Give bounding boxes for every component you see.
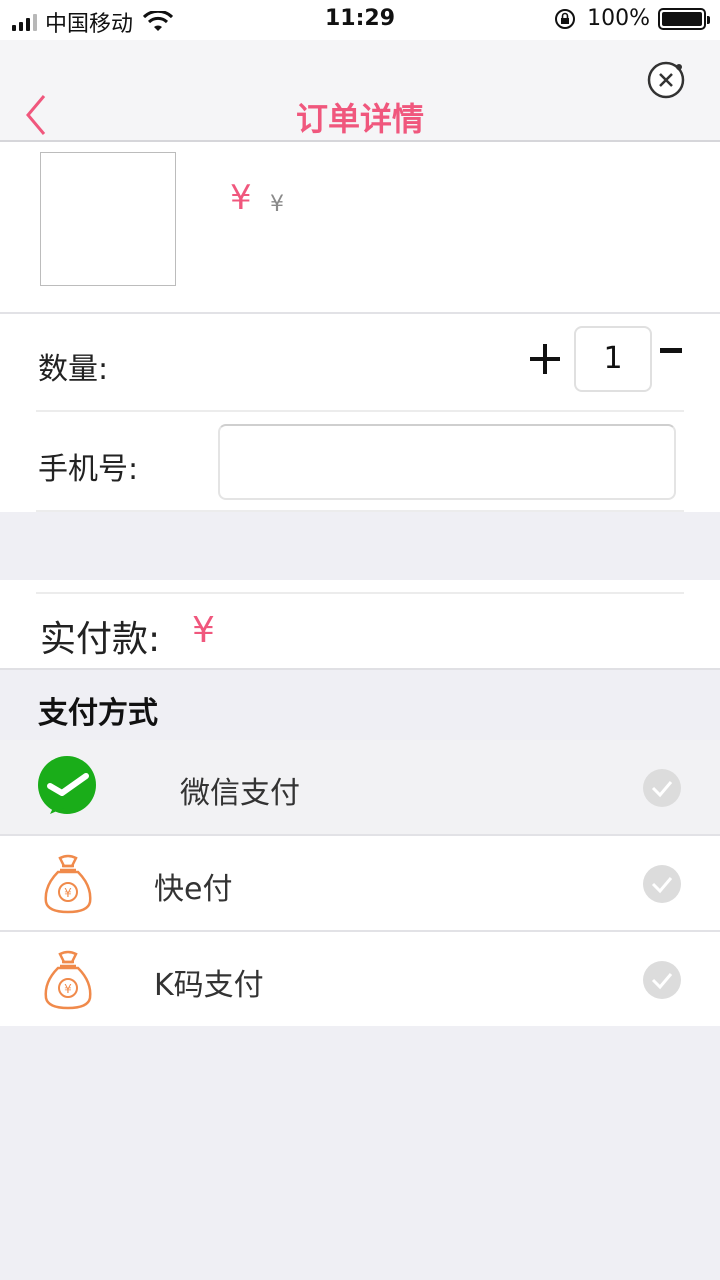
payment-option-kcode[interactable]: ¥ K码支付 <box>0 932 720 1028</box>
payment-option-label: K码支付 <box>154 968 264 1003</box>
payment-option-kuaiefu[interactable]: ¥ 快e付 <box>0 836 720 932</box>
phone-input[interactable] <box>218 424 676 500</box>
wechat-pay-icon <box>38 756 96 814</box>
product-image <box>40 152 176 286</box>
empty-area <box>0 1026 720 1280</box>
svg-text:¥: ¥ <box>64 982 72 996</box>
total-amount: ¥ <box>192 610 215 651</box>
nav-bar: 订单详情 <box>0 40 720 142</box>
product-price: ¥ <box>230 178 252 218</box>
battery-percentage: 100% <box>587 6 650 31</box>
payment-title: 支付方式 <box>38 696 158 731</box>
quantity-label: 数量: <box>38 352 109 387</box>
total-label: 实付款: <box>40 619 161 660</box>
section-gap <box>0 512 720 580</box>
svg-text:¥: ¥ <box>64 886 72 900</box>
phone-label: 手机号: <box>38 452 139 487</box>
quantity-input[interactable]: 1 <box>574 326 652 392</box>
order-form: 数量: 1 手机号: <box>0 314 720 512</box>
divider <box>36 592 684 594</box>
checkmark-icon <box>643 865 681 903</box>
money-bag-icon: ¥ <box>44 854 92 914</box>
total-row: 实付款: ¥ <box>0 580 720 670</box>
product-original-price: ¥ <box>270 192 284 217</box>
close-button[interactable] <box>646 60 686 100</box>
battery-icon <box>658 7 710 30</box>
checkmark-icon <box>643 961 681 999</box>
payment-option-label: 快e付 <box>154 872 233 907</box>
decrease-quantity-button[interactable] <box>660 348 682 354</box>
payment-option-wechat[interactable]: 微信支付 <box>0 740 720 836</box>
status-bar: 中国移动 11:29 100% <box>0 0 720 40</box>
increase-quantity-button[interactable] <box>528 342 562 376</box>
product-summary: ¥ ¥ <box>0 142 720 314</box>
payment-option-label: 微信支付 <box>180 776 300 811</box>
money-bag-icon: ¥ <box>44 950 92 1010</box>
payment-header: 支付方式 <box>0 672 720 740</box>
rotation-lock-icon <box>555 8 576 29</box>
checkmark-icon <box>643 769 681 807</box>
divider <box>36 410 684 412</box>
page-title: 订单详情 <box>295 100 424 138</box>
